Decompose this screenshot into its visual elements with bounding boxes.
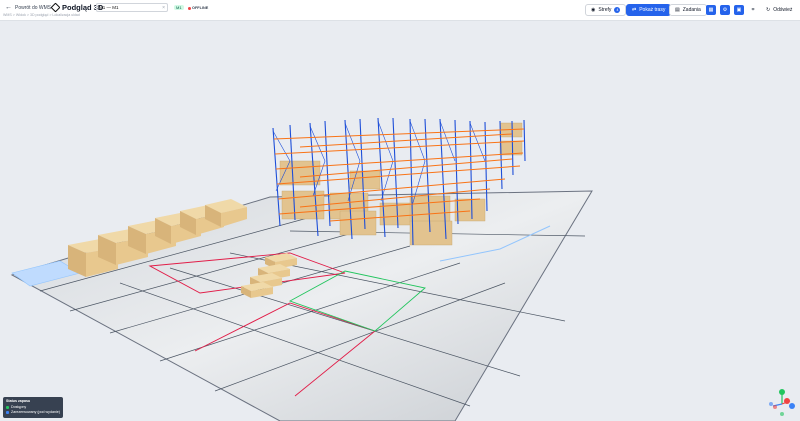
- settings-toggle-button[interactable]: ⚙: [720, 5, 730, 15]
- warehouse-floor: [10, 190, 593, 421]
- tasks-label: Zadania: [682, 7, 701, 13]
- show-routes-label: Pokaż trasy: [639, 7, 666, 13]
- legend-item-available: Dostępny: [6, 405, 60, 409]
- gear-icon: ⚙: [722, 7, 728, 13]
- legend-swatch: [6, 405, 9, 409]
- refresh-icon: ↻: [766, 7, 771, 13]
- back-label: Powrót do WMS: [15, 4, 52, 11]
- zones-count-badge: 4: [614, 7, 621, 13]
- eye-icon: ◉: [591, 7, 596, 13]
- status-text: OFFLINE: [192, 6, 209, 10]
- connection-status: OFFLINE: [188, 6, 208, 10]
- legend-label: Zarezerwowany (pod wydanie): [11, 410, 60, 414]
- chart-icon: ⌗: [751, 7, 755, 13]
- legend-title: Status zapasu: [6, 399, 31, 403]
- clipboard-icon: ▤: [675, 7, 680, 13]
- refresh-button[interactable]: ↻ Odśwież: [761, 4, 798, 16]
- warehouse-3d-viewport[interactable]: [0, 21, 800, 421]
- layers-icon: ▦: [708, 7, 714, 13]
- tasks-button[interactable]: ▤ Zadania: [669, 4, 707, 16]
- route-icon: ⇄: [632, 7, 637, 13]
- search-value: M1 — M1: [99, 5, 119, 10]
- view-toggle-button[interactable]: ▣: [734, 5, 744, 15]
- location-chip[interactable]: M1: [174, 5, 184, 10]
- show-routes-button[interactable]: ⇄ Pokaż trasy: [626, 4, 672, 16]
- back-to-wms-link[interactable]: ← Powrót do WMS: [5, 4, 51, 11]
- refresh-label: Odśwież: [773, 7, 793, 13]
- zones-button[interactable]: ◉ Strefy 4: [585, 4, 627, 16]
- layers-toggle-button[interactable]: ▦: [706, 5, 716, 15]
- zones-label: Strefy: [598, 7, 612, 13]
- legend-swatch: [6, 410, 9, 414]
- top-toolbar: ← Powrót do WMS Podgląd 3D M1 — M1 × M1 …: [0, 0, 800, 21]
- breadcrumb: WMS > Widok > 3D podgląd > Lokalizacja u…: [3, 13, 80, 17]
- stats-toggle-button[interactable]: ⌗: [748, 5, 758, 15]
- location-search-input[interactable]: M1 — M1 ×: [96, 3, 168, 12]
- legend-label: Dostępny: [11, 405, 27, 409]
- stock-status-legend: Status zapasu Dostępny Zarezerwowany (po…: [3, 397, 63, 418]
- legend-item-reserved: Zarezerwowany (pod wydanie): [6, 410, 60, 414]
- clear-icon[interactable]: ×: [162, 5, 165, 11]
- grid-icon: ▣: [736, 7, 742, 13]
- cube-icon: [50, 2, 61, 13]
- offline-dot-icon: [188, 6, 191, 10]
- arrow-left-icon: ←: [5, 4, 12, 11]
- axis-gizmo[interactable]: [769, 389, 795, 416]
